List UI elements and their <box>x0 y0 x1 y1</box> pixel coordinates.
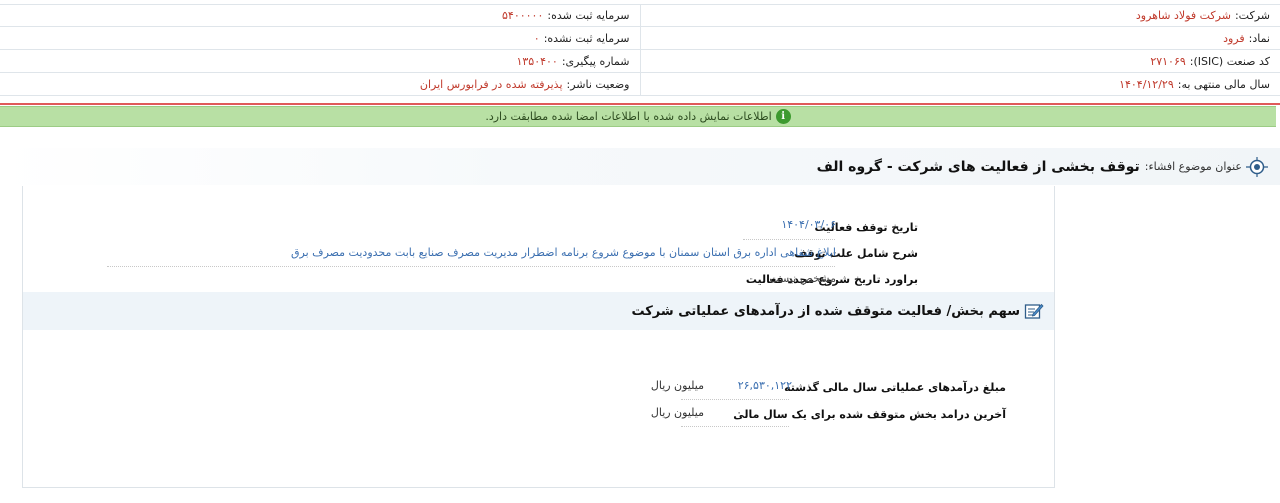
reg-capital-label: سرمایه ثبت شده: <box>547 9 630 22</box>
publisher-value: پذیرفته شده در فرابورس ایران <box>419 77 563 91</box>
subject-label: عنوان موضوع افشاء: <box>1144 160 1242 173</box>
info-row-2: سرمایه ثبت نشده: ۰ نماد: فرود <box>0 27 1280 50</box>
disclosure-panel: تاریخ توقف فعالیت ۱۴۰۴/۰۳/۰۶ شرح شامل عل… <box>22 186 1055 488</box>
info-icon: i <box>775 109 791 124</box>
symbol-cell: نماد: فرود <box>641 27 1280 49</box>
reason-underline <box>107 266 835 267</box>
revenue-section-title: سهم بخش/ فعالیت متوقف شده از درآمدهای عم… <box>631 303 1020 319</box>
company-name-link[interactable]: شرکت فولاد شاهرود <box>1136 9 1231 22</box>
fiscal-label: سال مالی منتهی به: <box>1177 77 1270 91</box>
unreg-capital-value: ۰ <box>533 31 540 45</box>
signature-notice-bar: i اطلاعات نمایش داده شده با اطلاعات امضا… <box>0 106 1276 127</box>
last-year-revenue-label: مبلغ درآمدهای عملیاتی سال مالی گذشته <box>784 381 1006 394</box>
isic-label: کد صنعت (ISIC): <box>1189 54 1270 68</box>
last-year-revenue-row: مبلغ درآمدهای عملیاتی سال مالی گذشته <box>784 381 1006 394</box>
company-info-table: سرمایه ثبت شده: ۵۴۰۰۰۰۰ شرکت: شرکت فولاد… <box>0 4 1280 96</box>
unreg-capital-cell: سرمایه ثبت نشده: ۰ <box>0 27 641 49</box>
tracking-label: شماره پیگیری: <box>561 54 630 68</box>
signature-notice-text: اطلاعات نمایش داده شده با اطلاعات امضا ش… <box>485 110 772 123</box>
info-row-3: شماره پیگیری: ۱۳۵۰۴۰۰ کد صنعت (ISIC): ۲۷… <box>0 50 1280 73</box>
stop-date-value: ۱۴۰۴/۰۳/۰۶ <box>781 218 836 231</box>
isic-cell: کد صنعت (ISIC): ۲۷۱۰۶۹ <box>641 50 1280 72</box>
stopped-revenue-underline <box>681 426 789 427</box>
stop-date-underline <box>743 239 835 240</box>
info-row-4: وضعیت ناشر: پذیرفته شده در فرابورس ایران… <box>0 73 1280 96</box>
reason-value: ابلاغ شفاهی اداره برق استان سمنان با موض… <box>291 246 836 259</box>
restart-value-wrap: مشخص نیست <box>769 272 836 285</box>
isic-value: ۲۷۱۰۶۹ <box>1150 54 1186 68</box>
publisher-cell: وضعیت ناشر: پذیرفته شده در فرابورس ایران <box>0 73 641 95</box>
company-cell: شرکت: شرکت فولاد شاهرود <box>641 5 1280 26</box>
tracking-cell: شماره پیگیری: ۱۳۵۰۴۰۰ <box>0 50 641 72</box>
stopped-revenue-value: ۰ <box>736 406 742 419</box>
info-row-1: سرمایه ثبت شده: ۵۴۰۰۰۰۰ شرکت: شرکت فولاد… <box>0 4 1280 27</box>
disclosure-subject-bar: عنوان موضوع افشاء: توقف بخشی از فعالیت ه… <box>0 148 1280 185</box>
stopped-revenue-value-wrap: ۰ <box>736 406 742 419</box>
separator-line <box>0 103 1280 105</box>
stopped-revenue-label: آخرین درامد بخش متوقف شده برای یک سال ما… <box>733 408 1006 421</box>
reg-capital-value: ۵۴۰۰۰۰۰ <box>502 9 544 22</box>
publisher-label: وضعیت ناشر: <box>566 77 630 91</box>
fiscal-cell: سال مالی منتهی به: ۱۴۰۴/۱۲/۲۹ <box>641 73 1280 95</box>
edit-icon <box>1024 302 1044 320</box>
stop-date-value-wrap: ۱۴۰۴/۰۳/۰۶ <box>781 218 836 231</box>
stopped-revenue-row: آخرین درامد بخش متوقف شده برای یک سال ما… <box>733 408 1006 421</box>
symbol-link[interactable]: فرود <box>1223 32 1245 45</box>
symbol-label: نماد: <box>1248 31 1270 45</box>
last-year-revenue-underline <box>681 399 789 400</box>
tracking-value: ۱۳۵۰۴۰۰ <box>516 54 558 68</box>
subject-title: توقف بخشی از فعالیت های شرکت - گروه الف <box>816 158 1140 175</box>
last-year-revenue-unit: میلیون ریال <box>650 379 704 392</box>
last-year-revenue-value: ۲۶,۵۳۰,۱۲۲ <box>737 379 792 392</box>
revenue-section-header: سهم بخش/ فعالیت متوقف شده از درآمدهای عم… <box>23 292 1054 330</box>
fiscal-value: ۱۴۰۴/۱۲/۲۹ <box>1119 77 1174 91</box>
stopped-revenue-unit: میلیون ریال <box>650 406 704 419</box>
reason-value-wrap: ابلاغ شفاهی اداره برق استان سمنان با موض… <box>291 246 836 259</box>
restart-value: مشخص نیست <box>769 272 836 285</box>
last-year-revenue-value-wrap: ۲۶,۵۳۰,۱۲۲ <box>738 379 792 392</box>
target-icon <box>1246 156 1268 178</box>
company-label: شرکت: <box>1234 9 1270 22</box>
unreg-capital-label: سرمایه ثبت نشده: <box>543 31 630 45</box>
reg-capital-cell: سرمایه ثبت شده: ۵۴۰۰۰۰۰ <box>0 5 641 26</box>
